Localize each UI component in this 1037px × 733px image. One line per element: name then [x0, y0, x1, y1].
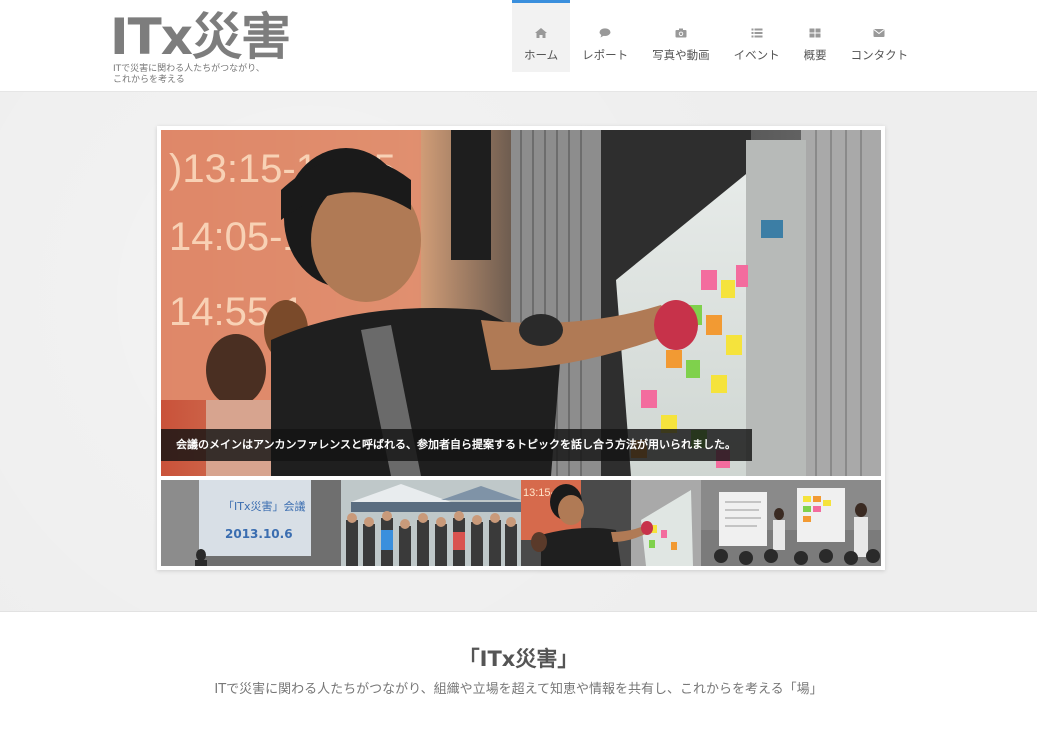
intro-description: ITで災害に関わる人たちがつながり、組織や立場を超えて知恵や情報を共有し、これか… — [214, 682, 823, 697]
main-slide-photo: )13:15-13:55 14:05-1 14:55-1 — [161, 130, 881, 476]
thumbnail-2-image — [341, 480, 521, 566]
thumb1-date: 2013.10.6 — [225, 527, 293, 541]
thumb1-title: 「ITx災害」会議 — [223, 499, 305, 513]
nav-item-contact[interactable]: コンタクト — [839, 0, 921, 72]
thumbnail-4-image — [701, 480, 881, 566]
nav-item-about[interactable]: 概要 — [792, 0, 839, 72]
home-icon — [535, 28, 548, 38]
thumbnail-1[interactable]: 「ITx災害」会議 2013.10.6 — [161, 480, 341, 566]
logo-tagline: ITで災害に関わる人たちがつながり、 これからを考える — [113, 64, 293, 86]
grid-icon — [809, 28, 821, 38]
nav-label-media: 写真や動画 — [652, 48, 710, 62]
comment-icon — [599, 28, 611, 38]
nav-label-home: ホーム — [524, 48, 559, 62]
nav-item-report[interactable]: レポート — [570, 0, 640, 72]
nav-item-home[interactable]: ホーム — [512, 0, 571, 72]
nav-label-contact: コンタクト — [850, 48, 909, 62]
tagline-line-1: ITで災害に関わる人たちがつながり、 — [113, 64, 265, 74]
envelope-icon — [873, 29, 885, 37]
tagline-line-2: これからを考える — [113, 75, 185, 85]
nav-label-events: イベント — [733, 48, 780, 62]
slide-caption: 会議のメインはアンカンファレンスと呼ばれる、参加者自ら提案するトピックを話し合う… — [161, 429, 752, 461]
thumbnail-3-image: 13:15-1 — [521, 480, 701, 566]
thumbnail-1-image: 「ITx災害」会議 2013.10.6 — [161, 480, 341, 566]
nav-item-media[interactable]: 写真や動画 — [640, 0, 722, 72]
main-nav: ホーム レポート 写真や動画 イベント 概要 コンタクト — [512, 0, 920, 72]
nav-label-report: レポート — [582, 48, 629, 62]
camera-icon — [675, 28, 687, 38]
site-logo[interactable]: ITx災害 ITで災害に関わる人たちがつながり、 これからを考える — [110, 8, 310, 88]
intro-title: 「ITx災害」 — [458, 647, 579, 671]
site-header: ITx災害 ITで災害に関わる人たちがつながり、 これからを考える ホーム レポ… — [0, 0, 1037, 92]
thumbnail-4[interactable] — [701, 480, 881, 566]
thumbnail-3[interactable]: 13:15-1 — [521, 480, 701, 566]
thumbnail-2[interactable] — [341, 480, 521, 566]
nav-label-about: 概要 — [803, 48, 827, 62]
slider-thumbnails: 「ITx災害」会議 2013.10.6 13:15-1 — [161, 480, 881, 566]
nav-item-events[interactable]: イベント — [722, 0, 792, 72]
logo-text: ITx災害 — [110, 8, 291, 66]
list-icon — [751, 28, 763, 38]
main-slide-image[interactable]: )13:15-13:55 14:05-1 14:55-1 — [161, 130, 881, 476]
